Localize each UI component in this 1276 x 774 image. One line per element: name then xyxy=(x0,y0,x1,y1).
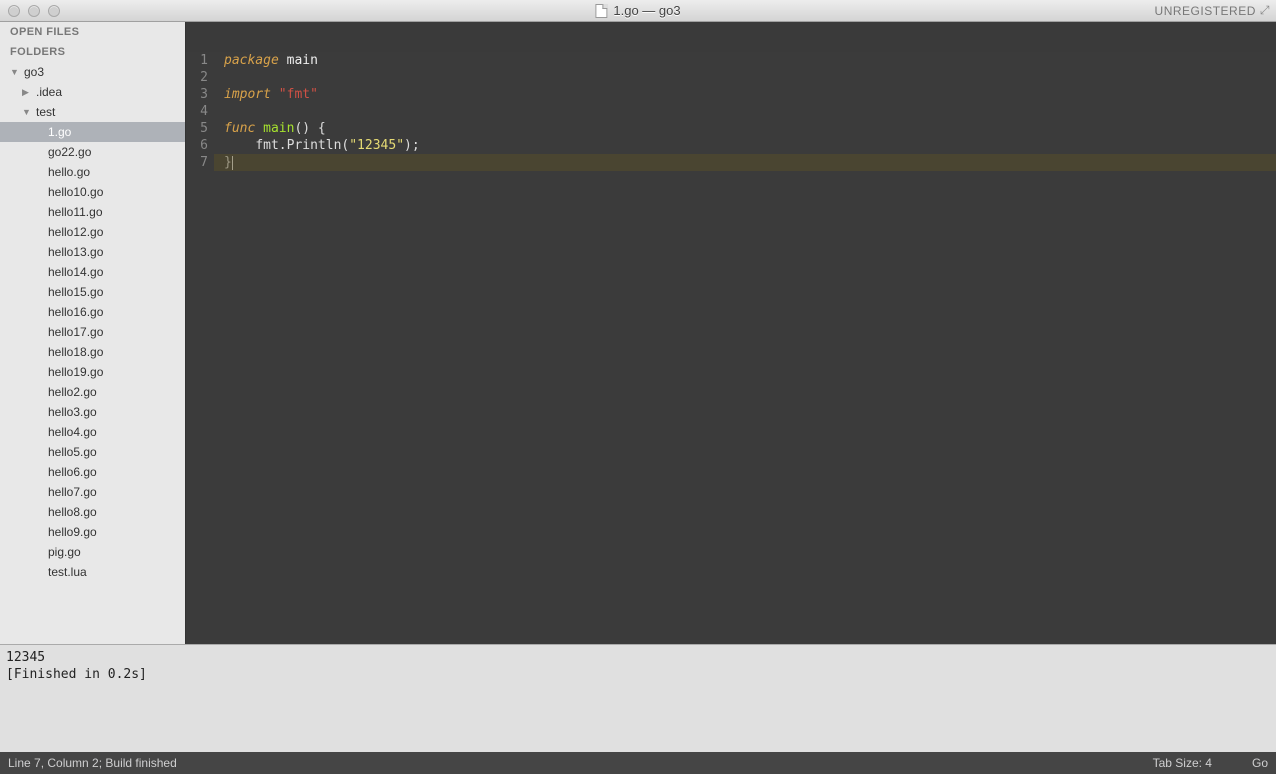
tree-file[interactable]: hello17.go xyxy=(0,322,185,342)
tree-label: hello19.go xyxy=(48,365,103,379)
tree-label: hello14.go xyxy=(48,265,103,279)
code-line xyxy=(224,103,1276,120)
code-line xyxy=(224,69,1276,86)
tree-label: hello5.go xyxy=(48,445,97,459)
build-output-panel[interactable]: 12345 [Finished in 0.2s] xyxy=(0,644,1276,752)
tree-file[interactable]: hello9.go xyxy=(0,522,185,542)
status-syntax[interactable]: Go xyxy=(1252,756,1268,770)
file-tree: ▼ go3 ▶ .idea ▼ test 1.go go22.go hello.go hell… xyxy=(0,62,185,644)
tree-label: hello2.go xyxy=(48,385,97,399)
tree-file[interactable]: hello12.go xyxy=(0,222,185,242)
status-tab-size[interactable]: Tab Size: 4 xyxy=(1153,756,1212,770)
tree-label: hello10.go xyxy=(48,185,103,199)
titlebar: 1.go — go3 UNREGISTERED ⤢ xyxy=(0,0,1276,22)
tree-file[interactable]: hello14.go xyxy=(0,262,185,282)
tree-file[interactable]: hello11.go xyxy=(0,202,185,222)
window-title-text: 1.go — go3 xyxy=(613,3,680,18)
tree-file[interactable]: hello13.go xyxy=(0,242,185,262)
tree-label: test xyxy=(36,105,55,119)
tree-label: hello.go xyxy=(48,165,90,179)
tree-file[interactable]: hello.go xyxy=(0,162,185,182)
line-number: 5 xyxy=(186,120,208,137)
close-window-icon[interactable] xyxy=(8,5,20,17)
tree-file[interactable]: hello6.go xyxy=(0,462,185,482)
unregistered-label: UNREGISTERED xyxy=(1155,4,1256,18)
editor-column: 1234567 package main import "fmt" func m… xyxy=(186,22,1276,644)
line-number: 6 xyxy=(186,137,208,154)
main-area: OPEN FILES FOLDERS ▼ go3 ▶ .idea ▼ test 1.go… xyxy=(0,22,1276,644)
tree-file[interactable]: hello16.go xyxy=(0,302,185,322)
unregistered-badge: UNREGISTERED ⤢ xyxy=(1155,3,1270,18)
file-icon xyxy=(595,4,607,18)
line-number: 7 xyxy=(186,154,208,171)
tree-label: hello12.go xyxy=(48,225,103,239)
tree-file[interactable]: hello15.go xyxy=(0,282,185,302)
tree-label: go22.go xyxy=(48,145,91,159)
tree-label: hello6.go xyxy=(48,465,97,479)
tree-label: hello11.go xyxy=(48,205,103,219)
line-number: 4 xyxy=(186,103,208,120)
tree-label: hello16.go xyxy=(48,305,103,319)
output-line: 12345 xyxy=(6,649,1270,666)
code-line: func main() { xyxy=(224,120,1276,137)
tree-file[interactable]: pig.go xyxy=(0,542,185,562)
chevron-down-icon: ▼ xyxy=(10,67,20,77)
tree-label: go3 xyxy=(24,65,44,79)
chevron-right-icon: ▶ xyxy=(22,87,32,98)
tree-label: hello13.go xyxy=(48,245,103,259)
tree-label: hello15.go xyxy=(48,285,103,299)
tree-label: pig.go xyxy=(48,545,81,559)
tree-label: hello7.go xyxy=(48,485,97,499)
tree-label: hello4.go xyxy=(48,425,97,439)
line-number: 3 xyxy=(186,86,208,103)
window-title: 1.go — go3 xyxy=(595,3,680,18)
tree-label: hello18.go xyxy=(48,345,103,359)
code-line: fmt.Println("12345"); xyxy=(224,137,1276,154)
tree-file[interactable]: go22.go xyxy=(0,142,185,162)
code-area[interactable]: package main import "fmt" func main() { … xyxy=(214,52,1276,644)
tree-label: 1.go xyxy=(48,125,71,139)
current-line-highlight xyxy=(214,154,1276,171)
tree-folder-root[interactable]: ▼ go3 xyxy=(0,62,185,82)
tree-label: test.lua xyxy=(48,565,87,579)
tree-file[interactable]: hello19.go xyxy=(0,362,185,382)
tree-label: hello3.go xyxy=(48,405,97,419)
tree-file[interactable]: hello3.go xyxy=(0,402,185,422)
tree-file[interactable]: test.lua xyxy=(0,562,185,582)
tree-file[interactable]: hello4.go xyxy=(0,422,185,442)
tree-file[interactable]: hello18.go xyxy=(0,342,185,362)
gutter: 1234567 xyxy=(186,52,214,644)
open-files-header[interactable]: OPEN FILES xyxy=(0,22,185,42)
tree-label: hello9.go xyxy=(48,525,97,539)
tab-bar[interactable] xyxy=(186,22,1276,52)
status-cursor-position[interactable]: Line 7, Column 2; Build finished xyxy=(8,756,177,770)
code-line: package main xyxy=(224,52,1276,69)
folders-header[interactable]: FOLDERS xyxy=(0,42,185,62)
window-controls xyxy=(8,5,60,17)
tree-file[interactable]: 1.go xyxy=(0,122,185,142)
fullscreen-icon[interactable]: ⤢ xyxy=(1260,3,1270,18)
tree-file[interactable]: hello8.go xyxy=(0,502,185,522)
status-bar: Line 7, Column 2; Build finished Tab Siz… xyxy=(0,752,1276,774)
line-number: 1 xyxy=(186,52,208,69)
tree-label: hello8.go xyxy=(48,505,97,519)
tree-label: .idea xyxy=(36,85,62,99)
sidebar: OPEN FILES FOLDERS ▼ go3 ▶ .idea ▼ test 1.go… xyxy=(0,22,186,644)
code-editor[interactable]: 1234567 package main import "fmt" func m… xyxy=(186,52,1276,644)
tree-folder[interactable]: ▶ .idea xyxy=(0,82,185,102)
line-number: 2 xyxy=(186,69,208,86)
tree-file[interactable]: hello10.go xyxy=(0,182,185,202)
tree-file[interactable]: hello7.go xyxy=(0,482,185,502)
zoom-window-icon[interactable] xyxy=(48,5,60,17)
minimize-window-icon[interactable] xyxy=(28,5,40,17)
code-line: import "fmt" xyxy=(224,86,1276,103)
chevron-down-icon: ▼ xyxy=(22,107,32,117)
tree-folder[interactable]: ▼ test xyxy=(0,102,185,122)
output-line: [Finished in 0.2s] xyxy=(6,666,1270,683)
tree-label: hello17.go xyxy=(48,325,103,339)
tree-file[interactable]: hello5.go xyxy=(0,442,185,462)
tree-file[interactable]: hello2.go xyxy=(0,382,185,402)
